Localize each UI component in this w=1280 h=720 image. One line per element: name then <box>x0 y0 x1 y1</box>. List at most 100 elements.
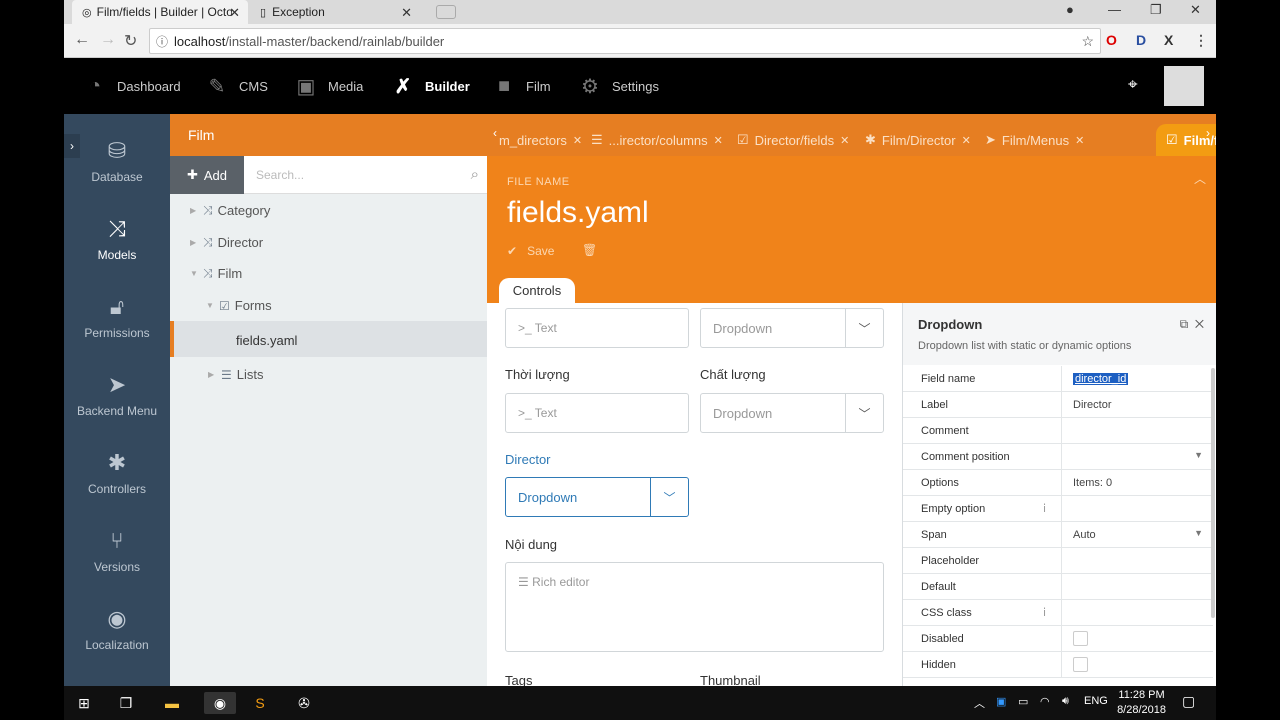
prop-row-disabled[interactable]: Disabled <box>903 626 1213 652</box>
search-input[interactable]: Search... ⌕ <box>244 156 487 193</box>
file-explorer-icon[interactable]: ▬ <box>160 692 184 714</box>
prop-row-empty-option[interactable]: Empty option ⅰ <box>903 496 1213 522</box>
media-player-icon[interactable]: ✇ <box>292 692 316 714</box>
tree-item-film[interactable]: ▼ ⤨ Film <box>190 266 242 281</box>
menu-dots-icon[interactable]: ⋮ <box>1194 32 1208 49</box>
tray-app-icon[interactable]: ▣ <box>996 695 1006 708</box>
save-button[interactable]: ✔ Save <box>507 244 554 258</box>
tabs-scroll-left-icon[interactable]: ‹ <box>493 126 497 140</box>
quality-dropdown-control[interactable]: Dropdown ﹀ <box>700 393 884 433</box>
tree-item-forms[interactable]: ▼ ☑ Forms <box>206 298 272 313</box>
task-view-icon[interactable]: ❐ <box>114 692 138 714</box>
close-tab-icon[interactable]: ✕ <box>962 134 971 147</box>
reload-icon[interactable]: ↻ <box>124 31 137 51</box>
nav-media[interactable]: ▣ Media <box>293 58 364 114</box>
dropdown-control[interactable]: Dropdown ﹀ <box>700 308 884 348</box>
director-dropdown-control[interactable]: Dropdown ﹀ <box>505 477 689 517</box>
language-indicator[interactable]: ENG <box>1084 695 1108 707</box>
delete-icon[interactable]: 🗑︎ <box>582 243 597 257</box>
browser-tab[interactable]: ▯ Exception ✕ <box>250 0 420 24</box>
prop-value[interactable]: Auto <box>1073 529 1096 541</box>
profile-icon[interactable]: ● <box>1066 2 1074 17</box>
editor-tab[interactable]: m_directors ✕ <box>499 124 582 156</box>
editor-tab[interactable]: ✱ Film/Director ✕ <box>865 124 971 156</box>
prop-value[interactable]: Director <box>1073 399 1112 411</box>
close-tab-icon[interactable]: ✕ <box>573 134 582 147</box>
new-tab-button[interactable] <box>426 0 456 24</box>
minimize-icon[interactable]: — <box>1108 2 1121 17</box>
text-field-control[interactable]: >_ Text <box>505 308 689 348</box>
wifi-icon[interactable]: ◠ <box>1040 695 1050 708</box>
hidden-checkbox[interactable] <box>1073 657 1088 672</box>
crosshair-icon[interactable]: ⌖ <box>1128 75 1138 95</box>
notifications-icon[interactable]: ▢ <box>1182 693 1195 710</box>
sidebar-item-versions[interactable]: ⑂ Versions <box>64 528 170 606</box>
opera-extension-icon[interactable]: O <box>1106 32 1117 48</box>
collapse-chevron-up-icon[interactable]: ︿ <box>1194 170 1206 187</box>
nav-dashboard[interactable]: ◔ Dashboard <box>82 58 181 114</box>
tray-up-chevron-icon[interactable]: ︿ <box>974 695 985 711</box>
volume-icon[interactable]: 🔊︎ <box>1062 695 1069 708</box>
prop-row-hidden[interactable]: Hidden <box>903 652 1213 678</box>
disabled-checkbox[interactable] <box>1073 631 1088 646</box>
close-window-icon[interactable]: ✕ <box>1190 2 1201 18</box>
nav-settings[interactable]: ⚙ Settings <box>577 58 659 114</box>
nav-cms[interactable]: ✎ CMS <box>204 58 268 114</box>
sidebar-item-database[interactable]: ⛁ Database <box>64 138 170 216</box>
sidebar-item-models[interactable]: ⤨ Models <box>64 216 170 294</box>
editor-tab[interactable]: ☑ Director/fields ✕ <box>737 124 849 156</box>
tree-item-lists[interactable]: ▶ ☰ Lists <box>208 367 264 382</box>
url-input[interactable]: ⓘ localhost /install-master/backend/rain… <box>149 28 1101 54</box>
browser-tab-active[interactable]: ◎ Film/fields | Builder | Octo ✕ <box>72 0 248 24</box>
close-tab-icon[interactable]: ✕ <box>1075 134 1084 147</box>
d-extension-icon[interactable]: D <box>1136 32 1146 48</box>
nav-film[interactable]: ■ Film <box>491 58 551 114</box>
prop-row-comment[interactable]: Comment <box>903 418 1213 444</box>
tree-item-fields-yaml[interactable]: fields.yaml <box>236 333 297 348</box>
forward-icon[interactable]: → <box>100 31 116 49</box>
rich-editor-control[interactable]: ☰ Rich editor <box>505 562 884 652</box>
detach-icon[interactable]: ⧉ <box>1180 317 1189 331</box>
back-icon[interactable]: ← <box>74 31 90 49</box>
caret-right-icon: ▶ <box>190 206 197 215</box>
bookmark-star-icon[interactable]: ☆ <box>1081 33 1094 50</box>
sidebar-item-localization[interactable]: ◉ Localization <box>64 606 170 684</box>
prop-row-options[interactable]: Options Items: 0 <box>903 470 1213 496</box>
duration-text-control[interactable]: >_ Text <box>505 393 689 433</box>
inspector-scrollbar[interactable] <box>1211 368 1215 618</box>
nav-builder[interactable]: ✗ Builder <box>390 58 470 114</box>
prop-row-comment-position[interactable]: Comment position ▼ <box>903 444 1213 470</box>
prop-row-label[interactable]: Label Director <box>903 392 1213 418</box>
editor-tab[interactable]: ☰ ...irector/columns ✕ <box>591 124 723 156</box>
windows-start-icon[interactable]: ⊞ <box>72 692 96 714</box>
prop-row-placeholder[interactable]: Placeholder <box>903 548 1213 574</box>
close-icon[interactable]: ✕ <box>1195 317 1204 331</box>
file-name[interactable]: fields.yaml <box>507 196 649 230</box>
prop-value[interactable]: director_id <box>1073 373 1129 385</box>
close-tab-icon[interactable]: ✕ <box>401 5 412 21</box>
close-tab-icon[interactable]: ✕ <box>714 134 723 147</box>
sidebar-item-permissions[interactable]: 🔓︎ Permissions <box>64 294 170 372</box>
system-clock[interactable]: 11:28 PM 8/28/2018 <box>1117 688 1166 718</box>
x-extension-icon[interactable]: X <box>1164 32 1173 48</box>
battery-icon[interactable]: ▭ <box>1018 695 1028 708</box>
add-button[interactable]: ✚ Add <box>170 156 244 194</box>
tabs-scroll-right-icon[interactable]: › <box>1206 126 1210 140</box>
prop-row-css-class[interactable]: CSS class ⅰ <box>903 600 1213 626</box>
close-tab-icon[interactable]: ✕ <box>840 134 849 147</box>
prop-value[interactable]: Items: 0 <box>1073 477 1112 489</box>
tree-item-director[interactable]: ▶ ⤨ Director <box>190 235 263 250</box>
tab-controls[interactable]: Controls <box>499 278 575 303</box>
close-tab-icon[interactable]: ✕ <box>229 5 240 21</box>
editor-tab[interactable]: ➤ Film/Menus ✕ <box>985 124 1084 156</box>
sidebar-item-backend-menu[interactable]: ➤ Backend Menu <box>64 372 170 450</box>
prop-row-field-name[interactable]: Field name director_id <box>903 366 1213 392</box>
prop-row-default[interactable]: Default <box>903 574 1213 600</box>
restore-icon[interactable]: ❐ <box>1150 2 1162 18</box>
chrome-icon[interactable]: ◉ <box>204 692 236 714</box>
prop-row-span[interactable]: Span Auto ▼ <box>903 522 1213 548</box>
sublime-text-icon[interactable]: S <box>248 692 272 714</box>
tree-item-category[interactable]: ▶ ⤨ Category <box>190 203 270 218</box>
user-avatar[interactable] <box>1164 66 1204 106</box>
sidebar-item-controllers[interactable]: ✱ Controllers <box>64 450 170 528</box>
